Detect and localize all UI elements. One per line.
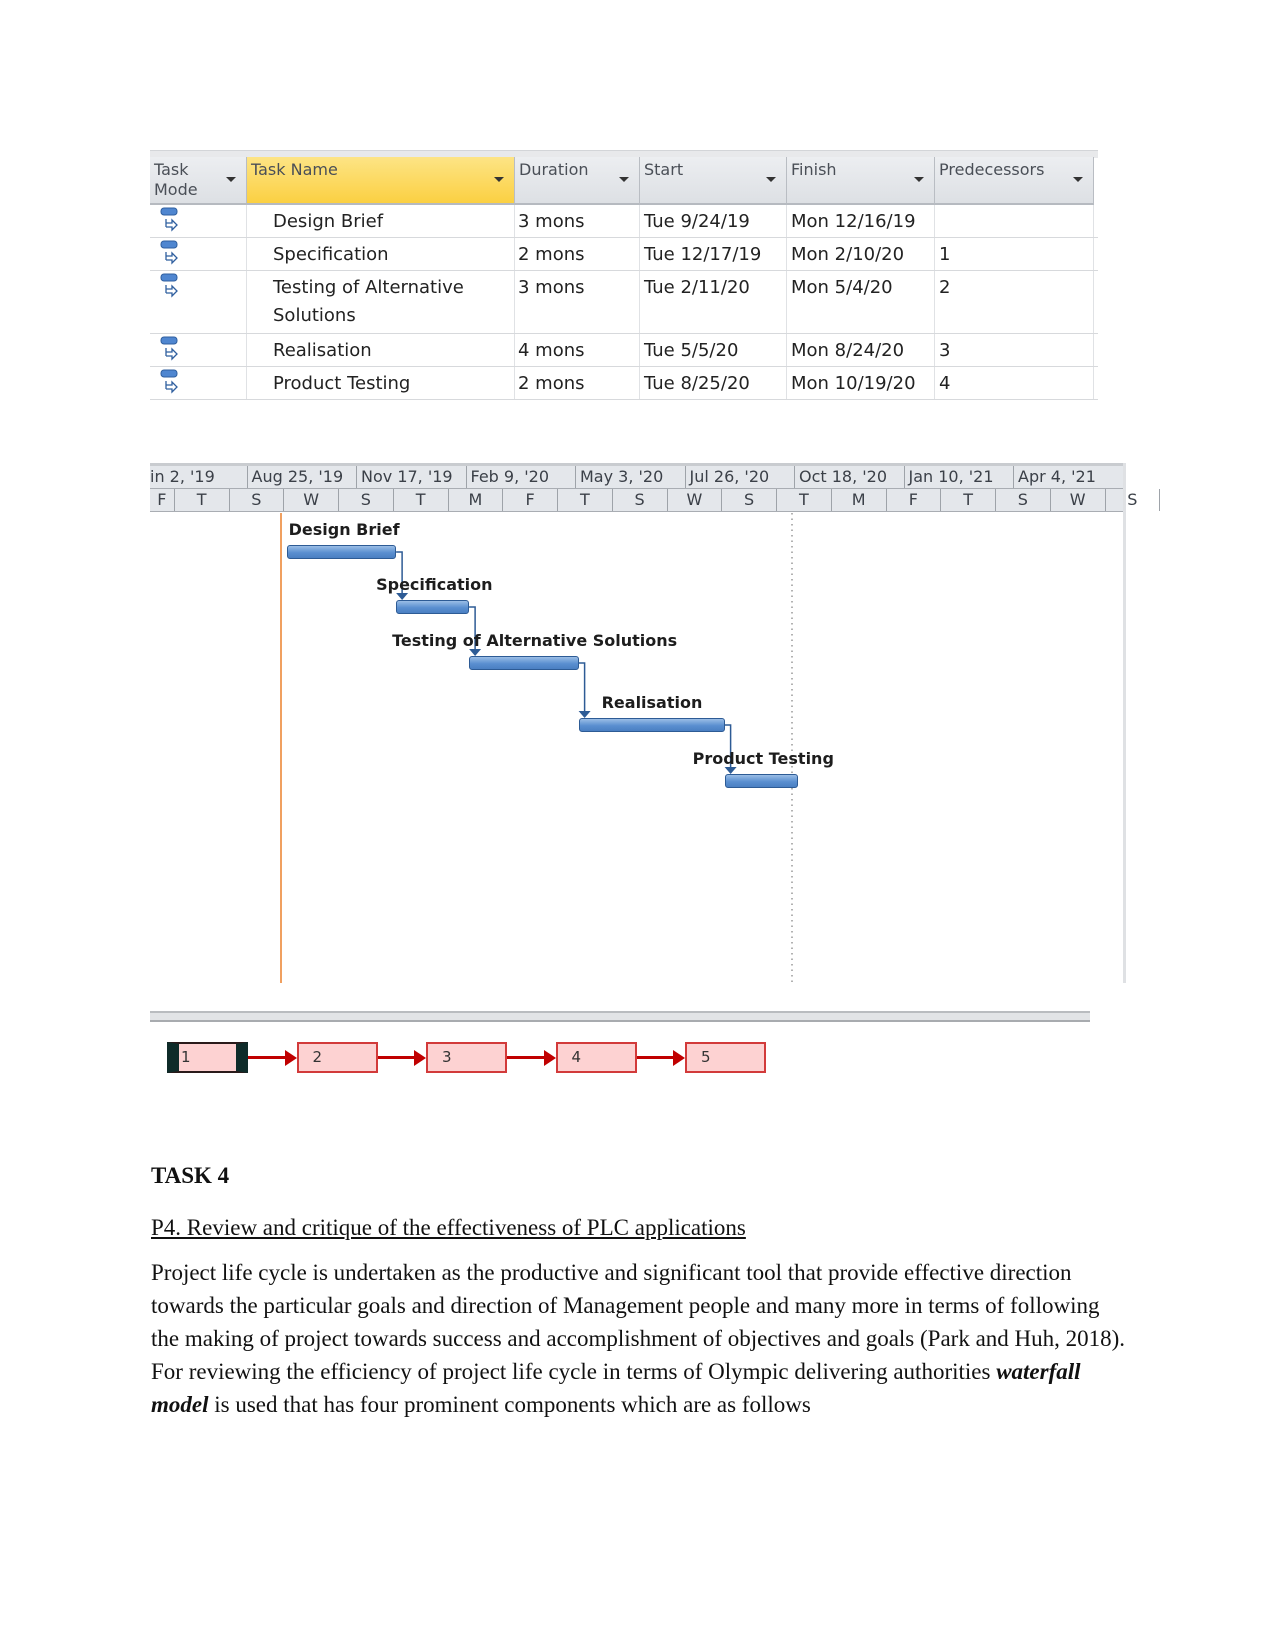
dependency-arrowhead [396,593,409,600]
dropdown-arrow-icon[interactable] [619,177,629,182]
dropdown-arrow-icon[interactable] [766,177,776,182]
duration-cell[interactable]: 2 mons [515,238,640,270]
paragraph-text: is used that has four prominent componen… [208,1392,811,1417]
column-header-predecessors[interactable]: Predecessors [935,157,1094,205]
table-row[interactable]: Realisation 4 mons Tue 5/5/20 Mon 8/24/2… [150,334,1098,367]
dropdown-arrow-icon[interactable] [914,177,924,182]
column-header-duration[interactable]: Duration [515,157,640,205]
gantt-bar[interactable] [396,600,470,614]
start-cell[interactable]: Tue 5/5/20 [640,334,787,366]
task-mode-cell[interactable] [150,238,247,270]
gantt-bar[interactable] [286,545,397,559]
dropdown-arrow-icon[interactable] [226,177,236,182]
gantt-chart: in 2, '19 Aug 25, '19 Nov 17, '19 Feb 9, '2… [150,463,1161,983]
dependency-link [578,662,586,712]
gantt-bar[interactable] [578,718,725,732]
auto-scheduled-task-icon [160,369,178,394]
predecessors-cell[interactable] [935,205,1094,237]
dependency-arrowhead [469,649,482,656]
network-node[interactable]: 3 [426,1042,507,1073]
column-header-task-mode[interactable]: Task Mode [150,157,247,205]
auto-scheduled-task-icon [160,273,178,298]
network-node[interactable]: 1 [167,1042,248,1073]
table-row[interactable]: Testing of Alternative Solutions 3 mons … [150,271,1098,334]
network-arrowhead [673,1050,685,1066]
finish-cell[interactable]: Mon 10/19/20 [787,367,935,399]
finish-cell[interactable]: Mon 2/10/20 [787,238,935,270]
finish-cell[interactable]: Mon 8/24/20 [787,334,935,366]
predecessors-cell[interactable]: 2 [935,271,1094,333]
dependency-arrowhead [578,711,591,718]
network-link [636,1056,675,1059]
task-mode-cell[interactable] [150,334,247,366]
column-header-finish[interactable]: Finish [787,157,935,205]
task-heading: TASK 4 [151,1163,230,1188]
predecessors-cell[interactable]: 3 [935,334,1094,366]
dropdown-arrow-icon[interactable] [494,177,504,182]
start-cell[interactable]: Tue 9/24/19 [640,205,787,237]
task-name-cell[interactable]: Design Brief [247,205,515,237]
column-header-label: Task Mode [154,160,198,199]
predecessors-cell[interactable]: 1 [935,238,1094,270]
duration-cell[interactable]: 3 mons [515,271,640,333]
gantt-bar-label: Testing of Alternative Solutions [392,631,678,650]
finish-cell[interactable]: Mon 5/4/20 [787,271,935,333]
dropdown-arrow-icon[interactable] [1073,177,1083,182]
start-cell[interactable]: Tue 8/25/20 [640,367,787,399]
column-header-start[interactable]: Start [640,157,787,205]
network-arrowhead [543,1050,556,1066]
gantt-bar[interactable] [724,774,798,788]
predecessors-cell[interactable]: 4 [935,367,1094,399]
dependency-arrowhead [724,767,737,774]
task-name-cell[interactable]: Specification [247,238,515,270]
table-row[interactable]: Design Brief 3 mons Tue 9/24/19 Mon 12/1… [150,205,1098,238]
gantt-bar-label: Realisation [601,693,703,712]
body-paragraph: Project life cycle is undertaken as the … [151,1256,1131,1421]
column-header-label: Task Name [251,160,338,179]
task-sheet-table: Task Mode Task Name Duration Start Finis… [150,150,1098,405]
finish-cell[interactable]: Mon 12/16/19 [787,205,935,237]
section-title: P4. Review and critique of the effective… [151,1215,746,1240]
network-link [507,1056,546,1059]
task-mode-cell[interactable] [150,367,247,399]
gantt-bar-label: Specification [376,575,493,594]
duration-cell[interactable]: 3 mons [515,205,640,237]
column-header-label: Finish [791,160,837,179]
network-arrowhead [284,1050,297,1066]
duration-cell[interactable]: 2 mons [515,367,640,399]
paragraph-text: Project life cycle is undertaken as the … [151,1260,1126,1384]
auto-scheduled-task-icon [160,207,178,232]
column-header-label: Start [644,160,684,179]
network-node[interactable]: 5 [685,1042,766,1073]
gantt-bar-label: Product Testing [692,749,834,768]
duration-cell[interactable]: 4 mons [515,334,640,366]
task-mode-cell[interactable] [150,205,247,237]
task-name-cell[interactable]: Testing of Alternative Solutions [247,271,515,333]
task-name-cell[interactable]: Realisation [247,334,515,366]
auto-scheduled-task-icon [160,240,178,265]
auto-scheduled-task-icon [160,336,178,361]
task-name-cell[interactable]: Product Testing [247,367,515,399]
gantt-bar[interactable] [469,656,579,670]
column-header-label: Predecessors [939,160,1045,179]
column-header-label: Duration [519,160,589,179]
network-node[interactable]: 2 [296,1042,378,1073]
view-splitter[interactable] [150,1011,1090,1022]
table-row[interactable]: Specification 2 mons Tue 12/17/19 Mon 2/… [150,238,1098,271]
column-header-task-name[interactable]: Task Name [247,157,515,205]
network-node[interactable]: 4 [555,1042,637,1073]
gantt-bar-label: Design Brief [288,520,400,539]
start-cell[interactable]: Tue 2/11/20 [640,271,787,333]
start-cell[interactable]: Tue 12/17/19 [640,238,787,270]
network-arrowhead [414,1050,426,1066]
table-row[interactable]: Product Testing 2 mons Tue 8/25/20 Mon 1… [150,367,1098,400]
task-mode-cell[interactable] [150,271,247,333]
network-link [248,1056,287,1059]
network-link [377,1056,416,1059]
